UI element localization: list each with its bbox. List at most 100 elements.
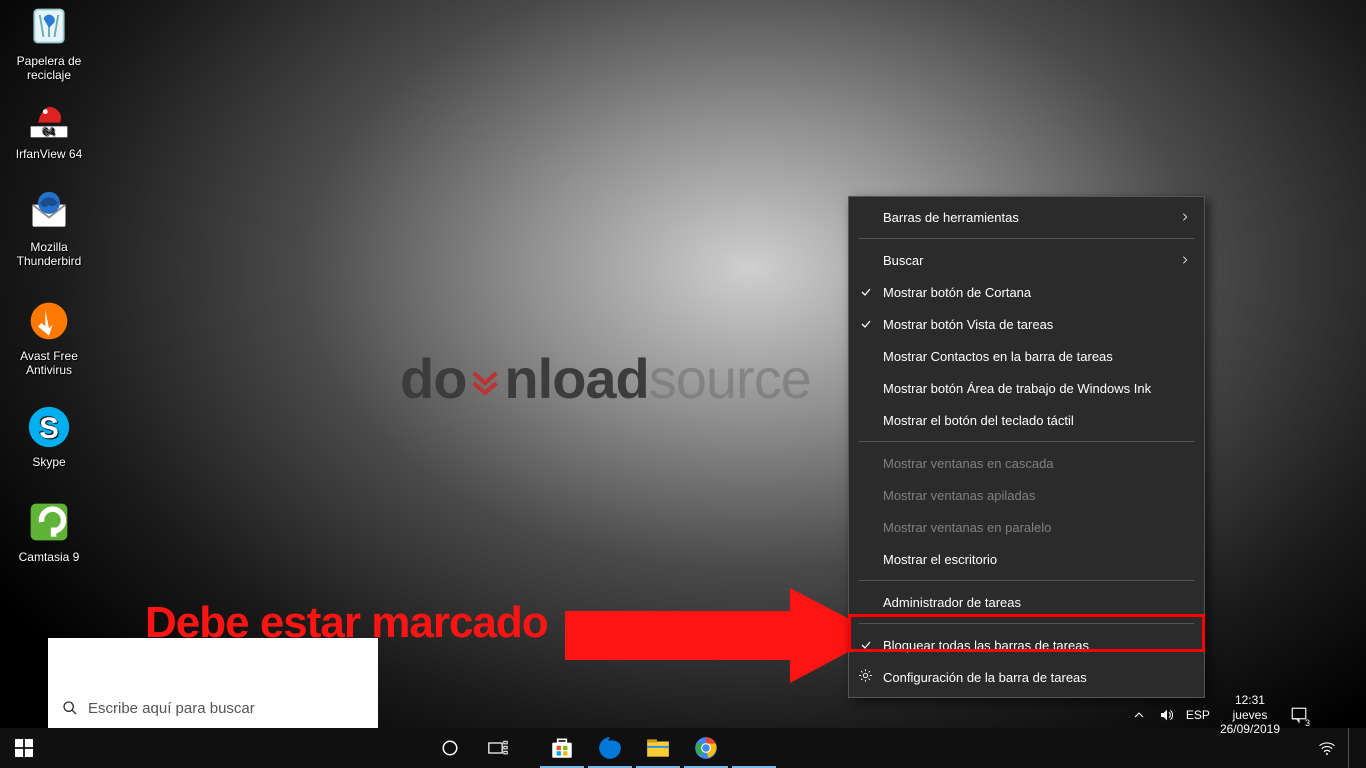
checkmark-icon	[860, 318, 872, 330]
menu-separator	[859, 441, 1194, 442]
tray-language[interactable]: ESP	[1186, 708, 1210, 722]
menu-separator	[859, 623, 1194, 624]
menu-item[interactable]: Administrador de tareas	[849, 586, 1204, 618]
watermark-nload: nload	[504, 346, 648, 411]
svg-text:S: S	[39, 412, 59, 445]
start-button[interactable]	[0, 728, 48, 768]
tray-day: jueves	[1220, 708, 1280, 722]
task-view-icon	[488, 740, 508, 756]
menu-item[interactable]: Mostrar botón Vista de tareas	[849, 308, 1204, 340]
avast-icon	[25, 297, 73, 345]
menu-item-label: Mostrar Contactos en la barra de tareas	[883, 349, 1113, 364]
annotation-arrow-icon	[565, 588, 880, 683]
svg-text:64: 64	[43, 127, 55, 139]
menu-item[interactable]: Bloquear todas las barras de tareas	[849, 629, 1204, 661]
task-view-button[interactable]	[474, 728, 522, 768]
tray-clock[interactable]: 12:31 jueves 26/09/2019	[1220, 693, 1280, 736]
menu-item: Mostrar ventanas apiladas	[849, 479, 1204, 511]
menu-item-label: Mostrar el botón del teclado táctil	[883, 413, 1074, 428]
skype-icon: S	[25, 403, 73, 451]
tray-time: 12:31	[1220, 693, 1280, 707]
wallpaper-watermark: do nload source	[400, 346, 811, 411]
menu-item-label: Mostrar botón de Cortana	[883, 285, 1031, 300]
tray-volume[interactable]	[1158, 706, 1176, 724]
desktop-icon-label: Skype	[11, 455, 87, 469]
menu-item[interactable]: Buscar	[849, 244, 1204, 276]
desktop-icon-recycle-bin[interactable]: Papelera de reciclaje	[11, 2, 87, 82]
taskbar-app-store[interactable]	[538, 728, 586, 768]
edge-icon	[597, 735, 623, 761]
search-input-row[interactable]: Escribe aquí para buscar	[48, 688, 378, 728]
chrome-icon	[693, 735, 719, 761]
show-desktop-button[interactable]	[1348, 728, 1354, 768]
taskbar-app-explorer[interactable]	[634, 728, 682, 768]
desktop-icon-label: Papelera de reciclaje	[11, 54, 87, 82]
desktop-icon-thunderbird[interactable]: Mozilla Thunderbird	[11, 188, 87, 268]
tray-date: 26/09/2019	[1220, 722, 1280, 736]
chevron-right-icon	[1180, 210, 1190, 225]
watermark-do: do	[400, 346, 466, 411]
windows-desktop[interactable]: do nload source Papelera de reciclaje 64 I…	[0, 0, 1366, 768]
watermark-chevron-icon	[468, 366, 502, 400]
menu-item-label: Mostrar ventanas en cascada	[883, 456, 1054, 471]
menu-item-label: Bloquear todas las barras de tareas	[883, 638, 1089, 653]
watermark-source: source	[649, 346, 811, 411]
gear-icon	[858, 668, 873, 686]
chevron-up-icon	[1133, 709, 1145, 721]
desktop-icon-label: Avast Free Antivirus	[11, 349, 87, 377]
taskbar-app-chrome[interactable]	[682, 728, 730, 768]
cortana-button[interactable]	[426, 728, 474, 768]
menu-item-label: Configuración de la barra de tareas	[883, 670, 1087, 685]
desktop-icon-camtasia[interactable]: Camtasia 9	[11, 498, 87, 564]
checkmark-icon	[860, 639, 872, 651]
menu-item-label: Mostrar el escritorio	[883, 552, 997, 567]
checkmark-icon	[860, 286, 872, 298]
menu-item-label: Mostrar botón Vista de tareas	[883, 317, 1053, 332]
microsoft-store-icon	[549, 735, 575, 761]
menu-item[interactable]: Configuración de la barra de tareas	[849, 661, 1204, 693]
menu-item-label: Administrador de tareas	[883, 595, 1021, 610]
tray-chevron-up[interactable]	[1130, 706, 1148, 724]
menu-item-label: Mostrar ventanas apiladas	[883, 488, 1035, 503]
irfanview-icon: 64	[25, 95, 73, 143]
recycle-bin-icon	[25, 2, 73, 50]
chevron-right-icon	[1180, 253, 1190, 268]
desktop-icon-label: IrfanView 64	[11, 147, 87, 161]
windows-logo-icon	[15, 739, 33, 757]
cortana-icon	[441, 739, 459, 757]
menu-separator	[859, 238, 1194, 239]
menu-item[interactable]: Mostrar botón Área de trabajo de Windows…	[849, 372, 1204, 404]
search-panel: Escribe aquí para buscar	[48, 638, 378, 728]
menu-item: Mostrar ventanas en paralelo	[849, 511, 1204, 543]
menu-item: Mostrar ventanas en cascada	[849, 447, 1204, 479]
tray-notifications[interactable]: 3	[1290, 706, 1308, 724]
menu-item-label: Mostrar ventanas en paralelo	[883, 520, 1051, 535]
desktop-icon-label: Camtasia 9	[11, 550, 87, 564]
desktop-icon-irfanview[interactable]: 64 IrfanView 64	[11, 95, 87, 161]
menu-item[interactable]: Mostrar botón de Cortana	[849, 276, 1204, 308]
menu-separator	[859, 580, 1194, 581]
taskbar	[0, 728, 1366, 768]
file-explorer-icon	[645, 735, 671, 761]
taskbar-app-edge[interactable]	[586, 728, 634, 768]
menu-item[interactable]: Mostrar Contactos en la barra de tareas	[849, 340, 1204, 372]
taskbar-context-menu: Barras de herramientas Buscar Mostrar botó…	[848, 196, 1205, 698]
thunderbird-icon	[25, 188, 73, 236]
taskbar-app-unknown[interactable]	[730, 728, 778, 768]
notification-count: 3	[1305, 718, 1310, 728]
menu-item[interactable]: Barras de herramientas	[849, 201, 1204, 233]
desktop-icon-skype[interactable]: S Skype	[11, 403, 87, 469]
search-placeholder: Escribe aquí para buscar	[88, 700, 255, 717]
camtasia-icon	[25, 498, 73, 546]
desktop-icon-avast[interactable]: Avast Free Antivirus	[11, 297, 87, 377]
menu-item[interactable]: Mostrar el botón del teclado táctil	[849, 404, 1204, 436]
wifi-icon	[1318, 739, 1336, 757]
volume-icon	[1159, 707, 1175, 723]
menu-item-label: Barras de herramientas	[883, 210, 1019, 225]
desktop-icon-label: Mozilla Thunderbird	[11, 240, 87, 268]
menu-item-label: Buscar	[883, 253, 923, 268]
search-icon	[62, 700, 78, 716]
menu-item-label: Mostrar botón Área de trabajo de Windows…	[883, 381, 1151, 396]
menu-item[interactable]: Mostrar el escritorio	[849, 543, 1204, 575]
tray-wifi[interactable]	[1318, 739, 1336, 757]
